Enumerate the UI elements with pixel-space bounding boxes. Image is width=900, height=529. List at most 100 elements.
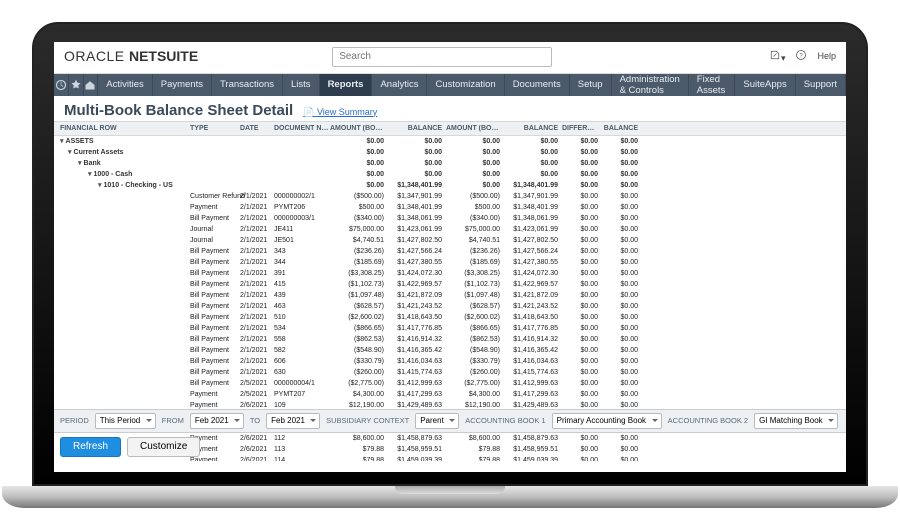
group-row[interactable]: ▾ 1010 - Checking - US$0.00$1,348,401.99… xyxy=(60,180,840,191)
table-row[interactable]: Payment2/5/2021PYMT207$4,300.00$1,417,29… xyxy=(60,389,840,400)
cell-amount2: ($2,775.00) xyxy=(446,378,504,389)
nav-item-support[interactable]: Support xyxy=(796,74,846,96)
global-search-input[interactable] xyxy=(332,47,552,67)
table-row[interactable]: Journal2/1/2021JE501$4,740.51$1,427,802.… xyxy=(60,235,840,246)
col-financial-row[interactable]: FINANCIAL ROW xyxy=(60,125,190,132)
cell-amount2: $4,300.00 xyxy=(446,389,504,400)
nav-item-documents[interactable]: Documents xyxy=(505,74,570,96)
collapse-icon[interactable]: ▾ xyxy=(60,136,64,147)
table-row[interactable]: Bill Payment2/1/2021000000003/1($340.00)… xyxy=(60,213,840,224)
cell-diff-bal: $0.00 xyxy=(602,367,642,378)
table-row[interactable]: Bill Payment2/1/2021439($1,097.48)$1,421… xyxy=(60,290,840,301)
table-row[interactable]: Bill Payment2/1/2021630($260.00)$1,415,7… xyxy=(60,367,840,378)
cell-date: 2/1/2021 xyxy=(240,279,274,290)
cell-date: 2/1/2021 xyxy=(240,367,274,378)
cell-doc xyxy=(274,180,330,191)
nav-item-lists[interactable]: Lists xyxy=(283,74,320,96)
nav-home-icon[interactable] xyxy=(84,74,99,96)
collapse-icon[interactable]: ▾ xyxy=(88,169,92,180)
from-select[interactable]: Feb 2021 xyxy=(190,413,244,429)
col-doc[interactable]: DOCUMENT NUMBER xyxy=(274,125,330,132)
tree-label[interactable]: ▾ ASSETS xyxy=(60,136,190,147)
table-row[interactable]: Bill Payment2/1/2021463($628.57)$1,421,2… xyxy=(60,301,840,312)
to-label: TO xyxy=(250,416,260,425)
main-nav: ActivitiesPaymentsTransactionsListsRepor… xyxy=(54,74,846,96)
table-row[interactable]: Bill Payment2/1/2021391($3,308.25)$1,424… xyxy=(60,268,840,279)
period-select[interactable]: This Period xyxy=(95,413,156,429)
book2-label: ACCOUNTING BOOK 2 xyxy=(668,416,748,425)
help-icon[interactable]: ? xyxy=(795,49,807,63)
table-row[interactable]: Payment2/1/2021PYMT206$500.00$1,348,401.… xyxy=(60,202,840,213)
to-select[interactable]: Feb 2021 xyxy=(266,413,320,429)
collapse-icon[interactable]: ▾ xyxy=(68,147,72,158)
cell-doc: 463 xyxy=(274,301,330,312)
subsidiary-select[interactable]: Parent xyxy=(415,413,459,429)
cell-diff-bal: $0.00 xyxy=(602,389,642,400)
tree-label[interactable]: ▾ 1010 - Checking - US xyxy=(60,180,190,191)
page-title: Multi-Book Balance Sheet Detail xyxy=(64,102,293,119)
col-diff-bal[interactable]: BALANCE xyxy=(602,125,642,132)
collapse-icon[interactable]: ▾ xyxy=(98,180,102,191)
col-amount2[interactable]: AMOUNT (BOOK 2) xyxy=(446,125,504,132)
table-row[interactable]: Bill Payment2/1/2021343($236.26)$1,427,5… xyxy=(60,246,840,257)
group-row[interactable]: ▾ Current Assets$0.00$0.00$0.00$0.00$0.0… xyxy=(60,147,840,158)
table-row[interactable]: Bill Payment2/1/2021534($866.65)$1,417,7… xyxy=(60,323,840,334)
table-row[interactable]: Journal2/1/2021JE411$75,000.00$1,423,061… xyxy=(60,224,840,235)
nav-item-suiteapps[interactable]: SuiteApps xyxy=(735,74,795,96)
cell-diff-bal: $0.00 xyxy=(602,334,642,345)
table-row[interactable]: Bill Payment2/1/2021558($862.53)$1,416,9… xyxy=(60,334,840,345)
cell-diff: $0.00 xyxy=(562,235,602,246)
nav-item-activities[interactable]: Activities xyxy=(98,74,152,96)
refresh-button[interactable]: Refresh xyxy=(60,437,121,457)
cell-diff: $0.00 xyxy=(562,356,602,367)
nav-history-icon[interactable] xyxy=(54,74,69,96)
cell-diff-bal: $0.00 xyxy=(602,213,642,224)
nav-star-icon[interactable] xyxy=(69,74,84,96)
cell-amount1: ($1,102.73) xyxy=(330,279,388,290)
table-row[interactable]: Customer Refund2/1/2021000000002/1($500.… xyxy=(60,191,840,202)
nav-item-analytics[interactable]: Analytics xyxy=(372,74,427,96)
view-summary-link[interactable]: View Summary xyxy=(303,107,377,118)
group-row[interactable]: ▾ ASSETS$0.00$0.00$0.00$0.00$0.00$0.00 xyxy=(60,136,840,147)
nav-item-administration-controls[interactable]: Administration & Controls xyxy=(612,74,689,96)
book1-select[interactable]: Primary Accounting Book xyxy=(552,413,662,429)
group-row[interactable]: ▾ Bank$0.00$0.00$0.00$0.00$0.00$0.00 xyxy=(60,158,840,169)
table-row[interactable]: Bill Payment2/1/2021606($330.79)$1,416,0… xyxy=(60,356,840,367)
tree-label[interactable]: ▾ Current Assets xyxy=(60,147,190,158)
nav-item-reports[interactable]: Reports xyxy=(320,74,373,96)
table-row[interactable]: Bill Payment2/1/2021582($548.90)$1,416,3… xyxy=(60,345,840,356)
table-row[interactable]: Bill Payment2/1/2021344($185.69)$1,427,3… xyxy=(60,257,840,268)
role-switcher-icon[interactable]: ▾ xyxy=(769,49,786,64)
cell-date: 2/1/2021 xyxy=(240,257,274,268)
help-label[interactable]: Help xyxy=(817,51,836,61)
nav-item-customization[interactable]: Customization xyxy=(427,74,504,96)
book2-select[interactable]: GI Matching Book xyxy=(754,413,838,429)
cell-diff: $0.00 xyxy=(562,323,602,334)
nav-item-transactions[interactable]: Transactions xyxy=(212,74,283,96)
cell-type xyxy=(190,180,240,191)
cell-doc: 000000003/1 xyxy=(274,213,330,224)
col-balance1[interactable]: BALANCE xyxy=(388,125,446,132)
table-row[interactable]: Bill Payment2/1/2021415($1,102.73)$1,422… xyxy=(60,279,840,290)
table-row[interactable]: Bill Payment2/1/2021510($2,600.02)$1,418… xyxy=(60,312,840,323)
table-row[interactable]: Bill Payment2/5/2021000000004/1($2,775.0… xyxy=(60,378,840,389)
nav-item-payments[interactable]: Payments xyxy=(153,74,212,96)
nav-item-fixed-assets[interactable]: Fixed Assets xyxy=(689,74,736,96)
customize-button[interactable]: Customize xyxy=(127,437,200,457)
cell-type: Bill Payment xyxy=(190,356,240,367)
col-type[interactable]: TYPE xyxy=(190,125,240,132)
tree-label[interactable]: ▾ 1000 - Cash xyxy=(60,169,190,180)
from-label: FROM xyxy=(162,416,184,425)
col-amount1[interactable]: AMOUNT (BOOK 1) xyxy=(330,125,388,132)
collapse-icon[interactable]: ▾ xyxy=(78,158,82,169)
tree-label[interactable]: ▾ Bank xyxy=(60,158,190,169)
cell-diff: $0.00 xyxy=(562,224,602,235)
col-date[interactable]: DATE xyxy=(240,125,274,132)
group-row[interactable]: ▾ 1000 - Cash$0.00$0.00$0.00$0.00$0.00$0… xyxy=(60,169,840,180)
cell-diff: $0.00 xyxy=(562,202,602,213)
cell-doc: JE501 xyxy=(274,235,330,246)
cell-doc: 510 xyxy=(274,312,330,323)
col-diff[interactable]: DIFFERENCE xyxy=(562,125,602,132)
col-balance2[interactable]: BALANCE xyxy=(504,125,562,132)
nav-item-setup[interactable]: Setup xyxy=(570,74,612,96)
